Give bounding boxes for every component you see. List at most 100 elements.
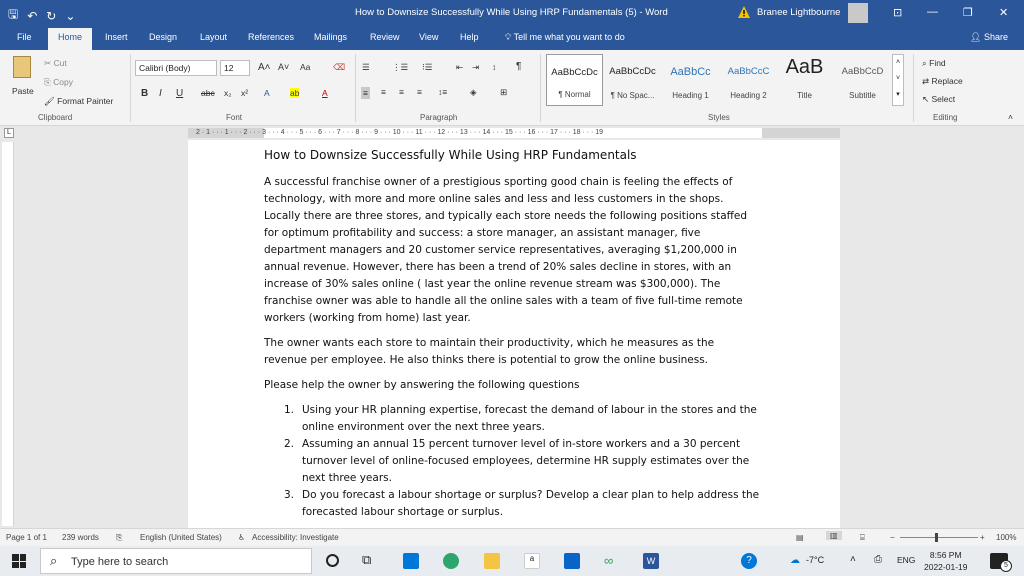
horizontal-ruler[interactable]: 2 · 1 · · · 1 · · · 2 · · · 3 · · · 4 · … xyxy=(0,126,1024,140)
vertical-ruler[interactable] xyxy=(2,142,14,526)
print-layout-icon[interactable]: ▥ xyxy=(826,531,842,540)
network-icon[interactable]: ⎙ xyxy=(874,554,882,565)
justify-icon[interactable]: ≡ xyxy=(417,87,422,97)
copy-button[interactable]: ⎘ Copy xyxy=(44,77,73,88)
italic-icon[interactable]: I xyxy=(159,88,162,99)
zoom-slider[interactable] xyxy=(900,537,978,538)
numbering-icon[interactable]: ⋮☰ xyxy=(392,62,408,73)
style-subtitle[interactable]: AaBbCcD Subtitle xyxy=(834,54,891,106)
tab-insert[interactable]: Insert xyxy=(105,32,128,42)
font-size-dropdown[interactable]: 12 xyxy=(220,60,250,76)
page-count[interactable]: Page 1 of 1 xyxy=(6,533,47,542)
cortana-icon[interactable] xyxy=(326,554,339,567)
document-page[interactable]: How to Downsize Successfully While Using… xyxy=(188,140,840,528)
tab-file[interactable]: File xyxy=(17,32,32,42)
superscript-icon[interactable]: x² xyxy=(241,88,248,98)
borders-icon[interactable]: ⊞ xyxy=(500,87,507,98)
replace-button[interactable]: ⇄ Replace xyxy=(922,76,963,87)
style-normal[interactable]: AaBbCcDc ¶ Normal xyxy=(546,54,603,106)
tab-home[interactable]: Home xyxy=(48,28,93,50)
tab-layout[interactable]: Layout xyxy=(200,32,227,42)
bullets-icon[interactable]: ☰ xyxy=(362,62,370,73)
tell-me-search[interactable]: 💡︎ Tell me what you want to do xyxy=(505,32,625,43)
subscript-icon[interactable]: x₂ xyxy=(224,88,232,98)
redo-icon[interactable]: ↻ xyxy=(46,9,56,23)
undo-icon[interactable]: ↶ xyxy=(27,9,37,23)
text-effects-icon[interactable]: A xyxy=(264,88,270,98)
read-mode-icon[interactable]: ▤ xyxy=(796,533,804,542)
decrease-indent-icon[interactable]: ⇤ xyxy=(456,62,463,73)
shading-icon[interactable]: ◈ xyxy=(470,87,477,98)
tab-design[interactable]: Design xyxy=(149,32,177,42)
user-avatar[interactable] xyxy=(848,3,868,23)
style-heading-2[interactable]: AaBbCcC Heading 2 xyxy=(720,54,777,106)
tab-selector-icon[interactable]: L xyxy=(4,128,14,138)
highlight-icon[interactable]: ab xyxy=(290,88,300,98)
taskbar-search-box[interactable]: ⌕ Type here to search xyxy=(40,548,312,574)
grow-font-icon[interactable]: A˄ xyxy=(258,62,271,73)
document-body[interactable]: How to Downsize Successfully While Using… xyxy=(264,148,760,521)
file-explorer-icon[interactable] xyxy=(484,553,500,569)
zoom-slider-thumb[interactable] xyxy=(935,533,938,542)
align-right-icon[interactable]: ≡ xyxy=(399,87,404,97)
user-name[interactable]: Branee Lightbourne xyxy=(757,7,840,18)
style-no-spacing[interactable]: AaBbCcDc ¶ No Spac... xyxy=(604,54,661,106)
share-button[interactable]: 👤︎ Share xyxy=(970,32,1008,43)
clock[interactable]: 8:56 PM 2022-01-19 xyxy=(924,549,967,573)
accessibility-status[interactable]: Accessibility: Investigate xyxy=(252,533,339,542)
temperature[interactable]: -7°C xyxy=(806,555,824,565)
underline-icon[interactable]: U xyxy=(176,88,183,99)
tab-references[interactable]: References xyxy=(248,32,294,42)
web-layout-icon[interactable]: ⌸ xyxy=(860,533,865,543)
windows-start-icon[interactable] xyxy=(12,554,26,568)
word-count[interactable]: 239 words xyxy=(62,533,99,542)
format-painter-button[interactable]: 🖌︎ Format Painter xyxy=(44,96,113,107)
style-title[interactable]: AaB Title xyxy=(776,54,833,106)
zoom-level[interactable]: 100% xyxy=(996,533,1016,542)
proofing-icon[interactable]: ⎘ xyxy=(116,533,122,543)
sort-icon[interactable]: ↕ xyxy=(492,62,496,72)
align-center-icon[interactable]: ≡ xyxy=(381,87,386,97)
bold-icon[interactable]: B xyxy=(141,88,148,99)
font-name-dropdown[interactable]: Calibri (Body) xyxy=(135,60,217,76)
collapse-ribbon-icon[interactable]: ˄ xyxy=(1008,112,1013,122)
change-case-icon[interactable]: Aa xyxy=(300,62,310,72)
paste-button[interactable] xyxy=(10,56,36,86)
ribbon-display-options-icon[interactable]: ⊡ xyxy=(893,6,902,19)
style-heading-1[interactable]: AaBbCc Heading 1 xyxy=(662,54,719,106)
language-indicator[interactable]: ENG xyxy=(897,555,915,565)
amazon-icon[interactable]: a xyxy=(524,553,540,569)
task-view-icon[interactable]: ⧉ xyxy=(362,552,371,568)
align-left-icon[interactable]: ≡ xyxy=(361,87,370,99)
strikethrough-icon[interactable]: abc xyxy=(201,88,215,98)
zoom-out-icon[interactable]: − xyxy=(890,533,895,542)
system-tray-expand-icon[interactable]: ˄ xyxy=(850,554,856,565)
tab-mailings[interactable]: Mailings xyxy=(314,32,347,42)
line-spacing-icon[interactable]: ↕≡ xyxy=(438,87,447,97)
infinity-app-icon[interactable]: ∞ xyxy=(604,553,620,569)
font-color-icon[interactable]: A xyxy=(322,88,328,98)
cut-button[interactable]: ✂ Cut xyxy=(44,58,67,69)
styles-gallery-scroll[interactable]: ˄ ˅ ▾ xyxy=(892,54,904,106)
mail-icon[interactable] xyxy=(564,553,580,569)
customize-qat-icon[interactable]: ⌄ xyxy=(65,9,75,23)
save-icon[interactable]: 🖫 xyxy=(8,5,18,26)
select-button[interactable]: ↖ Select xyxy=(922,94,955,105)
show-formatting-icon[interactable]: ¶ xyxy=(516,61,521,72)
close-button[interactable]: ✕ xyxy=(999,6,1008,19)
minimize-button[interactable]: — xyxy=(927,6,938,18)
weather-icon[interactable]: ☁ xyxy=(790,555,800,566)
store-icon[interactable] xyxy=(403,553,419,569)
multilevel-list-icon[interactable]: ⁝☰ xyxy=(422,62,432,73)
clear-formatting-icon[interactable]: ⌫ xyxy=(333,62,345,73)
help-icon[interactable]: ? xyxy=(741,553,757,569)
language-indicator[interactable]: English (United States) xyxy=(140,533,222,542)
restore-button[interactable]: ❐ xyxy=(963,6,973,19)
shrink-font-icon[interactable]: A˅ xyxy=(278,62,289,72)
edge-icon[interactable] xyxy=(443,553,459,569)
word-app-icon[interactable]: W xyxy=(643,553,659,569)
zoom-in-icon[interactable]: + xyxy=(980,533,985,542)
tab-help[interactable]: Help xyxy=(460,32,479,42)
tab-review[interactable]: Review xyxy=(370,32,400,42)
tab-view[interactable]: View xyxy=(419,32,438,42)
